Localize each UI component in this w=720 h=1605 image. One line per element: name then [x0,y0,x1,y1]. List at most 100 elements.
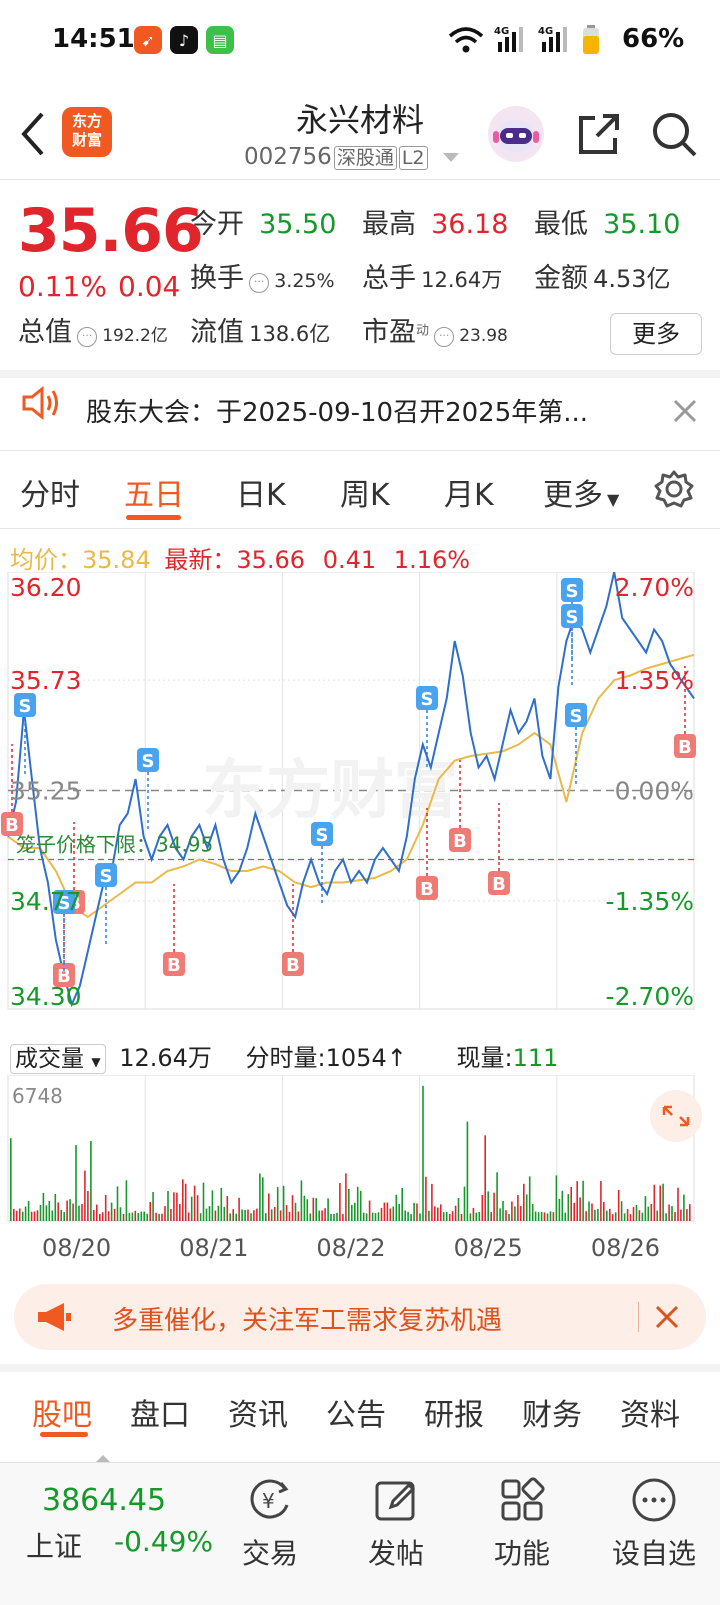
tab-intraday[interactable]: 分时 [20,470,80,514]
post-button[interactable]: 发帖 [356,1463,436,1572]
volume-bar [232,1209,234,1221]
tab-profile[interactable]: 资料 [620,1390,680,1434]
more-button[interactable]: 更多 [610,313,702,355]
volume-bar [356,1186,359,1221]
buy-marker-letter: B [453,831,467,852]
turnover-label: 换手 [190,263,244,294]
add-watchlist-button[interactable]: 设自选 [604,1463,704,1572]
volume-bar [445,1211,448,1221]
volume-bar [442,1212,445,1221]
volume-bar [27,1200,30,1221]
date-axis-label: 08/22 [316,1234,385,1262]
volume-bar [680,1209,682,1221]
volume-bar [250,1213,252,1221]
sell-marker-letter: S [421,689,434,710]
volume-bar [579,1197,581,1221]
share-icon[interactable] [575,110,623,158]
price-chart[interactable]: 东方财富 笼子价格下限：34.95 BBBBBBBBBSSSSSSSSS 36.… [0,572,720,1042]
volume-bar [119,1207,122,1221]
message-icon: ▤ [206,26,234,54]
volume-bar [528,1176,531,1221]
volume-bar [487,1191,489,1221]
tab-orderbook[interactable]: 盘口 [130,1390,190,1434]
volume-bar [176,1192,178,1221]
volume-bar [164,1206,166,1221]
index-value[interactable]: 3864.45 [42,1483,166,1518]
volume-bar [202,1182,205,1221]
volume-bar [582,1180,584,1221]
volume-bar [440,1204,442,1221]
close-banner-icon[interactable] [654,1304,680,1330]
volume-bar [448,1213,451,1221]
float-value: 138.6亿 [249,322,331,346]
volume-bar [312,1197,315,1221]
volume-bar [437,1207,439,1221]
avg-value: 35.84 [82,546,151,574]
quote-amount: 金额 4.53亿 [534,256,671,295]
current-volume-label: 现量: [456,1044,513,1072]
tab-news[interactable]: 资讯 [228,1390,288,1434]
tab-five-day[interactable]: 五日 [124,470,184,514]
volume-bar [146,1213,148,1221]
buy-marker-letter: B [167,955,181,976]
volume-bar [107,1211,110,1221]
volume-bar [99,1214,101,1221]
trade-button[interactable]: ¥ 交易 [230,1463,310,1572]
tab-research[interactable]: 研报 [424,1390,484,1434]
info-icon[interactable]: ··· [77,326,98,347]
close-notice-icon[interactable] [672,398,698,424]
search-icon[interactable] [650,110,698,158]
volume-bar [72,1203,74,1221]
tab-weekly-k[interactable]: 周K [340,470,390,514]
volume-bar [404,1210,406,1221]
assistant-robot-icon[interactable] [488,106,544,162]
volume-bar [294,1202,297,1221]
back-arrow-icon[interactable] [18,110,48,158]
section-divider-2 [0,1364,720,1372]
caret-down-icon: ▼ [607,490,620,509]
tab-guba[interactable]: 股吧 [32,1390,92,1434]
info-icon[interactable]: ··· [249,272,270,293]
low-value: 35.10 [603,209,681,240]
tab-announcements[interactable]: 公告 [326,1390,386,1434]
volume-bar [365,1213,368,1221]
volume-bar [196,1195,199,1221]
info-icon[interactable]: ··· [434,326,455,347]
promo-banner[interactable]: 多重催化，关注军工需求复苏机遇 [14,1284,706,1350]
volume-bar [561,1190,564,1221]
avg-label: 均价： [10,546,82,574]
volume-bar [336,1212,338,1221]
volume-bar [113,1208,116,1221]
sell-marker-letter: S [566,607,579,628]
volume-bar [33,1211,36,1221]
volume-bar [87,1191,89,1221]
settings-gear-icon[interactable] [654,469,694,509]
volume-bar [650,1203,653,1221]
volume-total: 12.64万 [119,1044,212,1072]
tab-more[interactable]: 更多 ▼ [543,470,619,514]
volume-bar [466,1121,469,1221]
volume-bar [265,1213,267,1221]
tab-monthly-k[interactable]: 月K [444,470,494,514]
volume-bar [226,1196,229,1221]
volume-bar [659,1185,661,1221]
volume-bar [223,1206,226,1221]
volume-bar [75,1145,77,1221]
volume-value: 12.64万 [421,268,503,292]
volume-chart[interactable]: 6748 08/20 08/21 08/22 08/25 08/26 [0,1075,720,1275]
tab-daily-k[interactable]: 日K [236,470,286,514]
stock-code-row[interactable]: 002756 深股通 L2 [244,143,459,170]
notice-text[interactable]: 股东大会：于2025-09-10召开2025年第... [86,392,588,429]
volume-bar [93,1210,95,1221]
volume-bar [140,1211,143,1221]
volume-selector[interactable]: 成交量 ▼ [10,1044,106,1074]
volume-bar [570,1186,572,1221]
stock-name: 永兴材料 [295,101,424,139]
volume-bar [297,1211,300,1221]
expand-button[interactable] [650,1090,702,1142]
volume-bar [351,1204,353,1221]
functions-button[interactable]: 功能 [482,1463,562,1572]
tab-financials[interactable]: 财务 [522,1390,582,1434]
volume-bar [617,1190,620,1221]
volume-bar [273,1207,276,1221]
